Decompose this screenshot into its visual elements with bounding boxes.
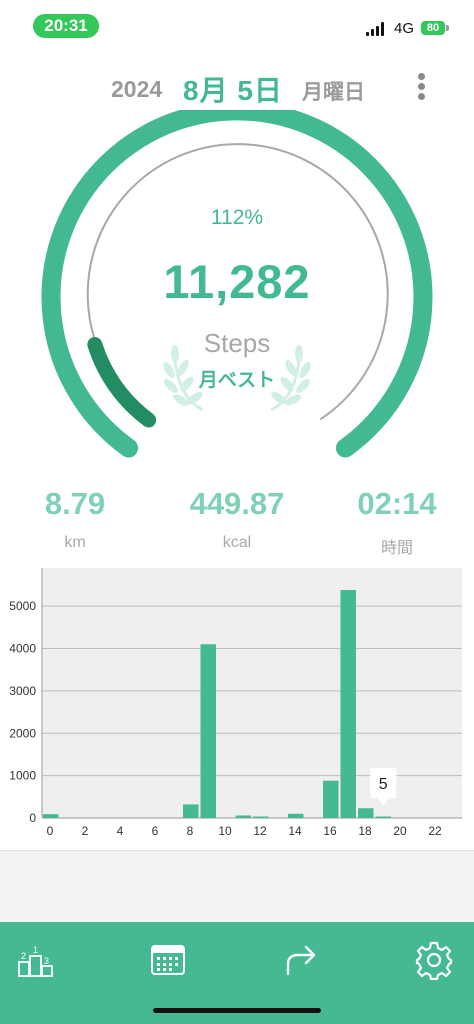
status-bar: 20:31 4G 80	[0, 0, 474, 54]
date-header: 2024 8月 5日 月曜日	[0, 66, 474, 110]
y-tick-label: 4000	[9, 642, 36, 656]
svg-text:2: 2	[21, 951, 26, 961]
battery-icon: 80	[421, 21, 445, 35]
plot-area	[42, 568, 462, 818]
stats-row: 8.79 km 449.87 kcal 02:14 時間	[0, 486, 474, 560]
stat-distance: 8.79 km	[0, 486, 150, 552]
stat-distance-value: 8.79	[44, 486, 106, 521]
stat-duration: 02:14 時間	[322, 486, 472, 558]
stat-calories-unit: kcal	[222, 534, 252, 551]
bar-hour-16	[323, 780, 339, 818]
bar-hour-8	[183, 804, 199, 818]
x-tick-label: 6	[152, 824, 159, 838]
steps-label: Steps	[203, 328, 271, 358]
hourly-steps-chart[interactable]: 0 1000 2000 3000 4000 5000 0 2 4 6 8 10 12 14 16 18 20 22…	[0, 564, 474, 848]
step-count: 11,282	[163, 255, 311, 308]
bar-hour-17	[340, 590, 356, 818]
x-tick-label: 16	[323, 824, 337, 838]
share-icon[interactable]	[282, 940, 322, 980]
calendar-icon[interactable]	[148, 940, 188, 980]
bar-hour-9	[200, 644, 216, 818]
y-tick-label: 5000	[9, 599, 36, 613]
bar-hour-12	[253, 816, 269, 818]
y-tick-label: 0	[29, 811, 36, 825]
x-tick-label: 0	[47, 824, 54, 838]
signal-icon	[366, 22, 388, 36]
stat-calories-value: 449.87	[189, 486, 285, 521]
gear-icon[interactable]	[414, 940, 454, 980]
bar-hour-11	[235, 815, 251, 818]
x-tick-label: 14	[288, 824, 302, 838]
date-month-day[interactable]: 8月 5日	[183, 69, 283, 109]
x-tick-label: 8	[187, 824, 194, 838]
y-tick-label: 3000	[9, 684, 36, 698]
y-tick-label: 2000	[9, 726, 36, 740]
x-tick-label: 18	[358, 824, 372, 838]
bar-hour-19	[375, 816, 391, 818]
home-indicator	[153, 1008, 321, 1013]
bar-hour-18	[358, 808, 374, 818]
x-tick-label: 22	[428, 824, 442, 838]
svg-text:1: 1	[33, 945, 38, 955]
stat-calories: 449.87 kcal	[162, 486, 312, 552]
ranking-icon[interactable]: 2 1 3	[16, 940, 56, 980]
monthly-best-badge: 月ベスト	[198, 370, 276, 391]
y-tick-label: 1000	[9, 769, 36, 783]
x-tick-label: 12	[253, 824, 267, 838]
x-tick-label: 2	[82, 824, 89, 838]
goal-percent: 112%	[210, 206, 264, 229]
tooltip-value: 5	[379, 776, 388, 793]
network-type: 4G	[394, 20, 415, 37]
bar-hour-14	[288, 813, 304, 818]
bar-hour-0	[43, 814, 59, 818]
empty-panel	[0, 850, 474, 923]
date-year: 2024	[111, 76, 163, 102]
x-tick-label: 4	[117, 824, 124, 838]
stat-duration-unit: 時間	[380, 540, 413, 557]
status-time: 20:31	[33, 14, 99, 38]
stat-duration-value: 02:14	[357, 486, 437, 521]
date-weekday: 月曜日	[302, 81, 365, 104]
x-tick-label: 20	[393, 824, 407, 838]
svg-text:3: 3	[44, 956, 49, 966]
stat-distance-unit: km	[64, 534, 86, 551]
battery-tip	[446, 25, 449, 31]
x-tick-label: 10	[218, 824, 232, 838]
more-vertical-icon[interactable]	[410, 70, 432, 104]
